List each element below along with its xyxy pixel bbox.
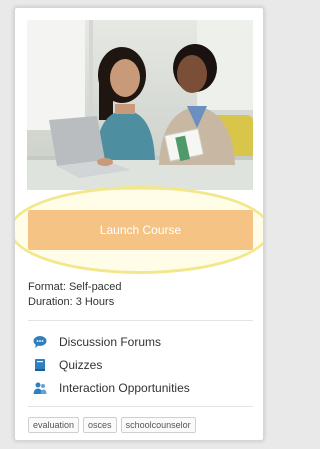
feature-label: Interaction Opportunities bbox=[59, 380, 190, 395]
feature-label: Quizzes bbox=[59, 357, 103, 372]
feature-list: Discussion Forums Quizzes Interaction Op… bbox=[33, 330, 190, 399]
tag-osces[interactable]: osces bbox=[83, 417, 117, 433]
feature-discussion-forums: Discussion Forums bbox=[33, 330, 190, 353]
chat-bubble-icon bbox=[33, 335, 47, 349]
launch-course-button[interactable]: Launch Course bbox=[28, 210, 253, 250]
duration-text: Duration: 3 Hours bbox=[28, 296, 115, 308]
course-card: Launch Course Format: Self-paced Duratio… bbox=[14, 7, 264, 441]
feature-interaction-opportunities: Interaction Opportunities bbox=[33, 376, 190, 399]
format-text: Format: Self-paced bbox=[28, 281, 122, 293]
feature-quizzes: Quizzes bbox=[33, 353, 190, 376]
tag-list: evaluation osces schoolcounselor bbox=[28, 417, 196, 433]
course-meta: Format: Self-paced Duration: 3 Hours bbox=[28, 280, 122, 310]
book-icon bbox=[33, 358, 47, 372]
tag-schoolcounselor[interactable]: schoolcounselor bbox=[120, 417, 196, 433]
divider bbox=[28, 320, 253, 321]
divider bbox=[28, 406, 253, 407]
people-icon bbox=[33, 381, 47, 395]
feature-label: Discussion Forums bbox=[59, 334, 162, 349]
course-image bbox=[27, 20, 253, 190]
tag-evaluation[interactable]: evaluation bbox=[28, 417, 80, 433]
